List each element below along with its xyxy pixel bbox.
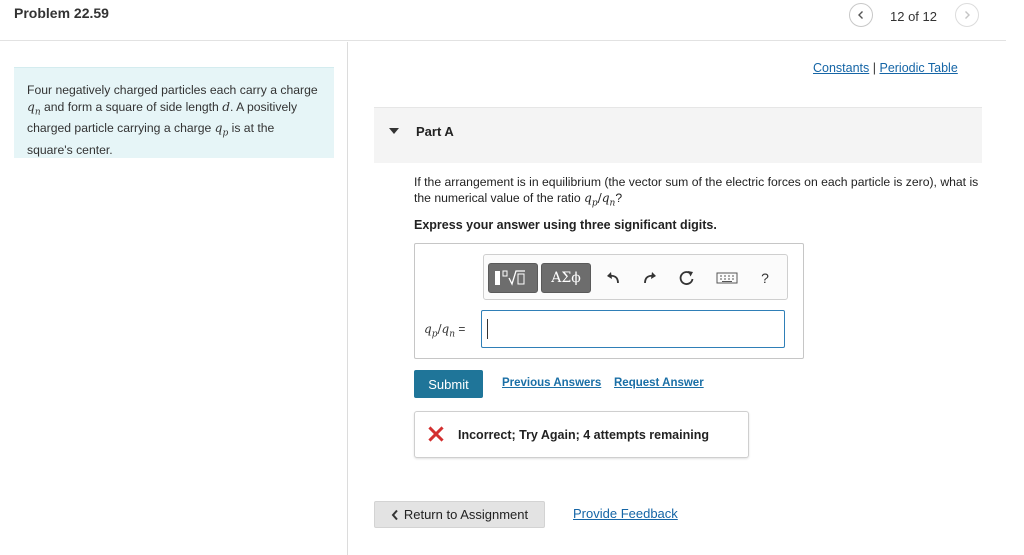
collapse-caret-icon[interactable]: [389, 128, 399, 134]
feedback-message-box: Incorrect; Try Again; 4 attempts remaini…: [414, 411, 749, 458]
previous-problem-button[interactable]: [849, 3, 873, 27]
reset-icon: [679, 271, 694, 285]
resource-links: Constants | Periodic Table: [813, 61, 958, 75]
charge-qp: qp: [214, 121, 229, 139]
periodic-table-link[interactable]: Periodic Table: [879, 61, 957, 75]
templates-button[interactable]: [488, 263, 538, 293]
return-to-assignment-button[interactable]: Return to Assignment: [374, 501, 545, 528]
answer-input[interactable]: [481, 310, 785, 348]
problem-description: Four negatively charged particles each c…: [14, 67, 334, 158]
undo-icon: [607, 272, 619, 284]
undo-button[interactable]: [602, 263, 624, 293]
chevron-right-icon: [965, 11, 970, 19]
redo-button[interactable]: [639, 263, 661, 293]
charge-qn: qn: [27, 99, 41, 117]
links-separator: |: [869, 61, 880, 75]
instruction-text: Express your answer using three signific…: [414, 218, 717, 232]
previous-answers-link[interactable]: Previous Answers: [502, 377, 601, 389]
templates-icon: [495, 270, 525, 286]
math-toolbar: ΑΣϕ ?: [483, 254, 788, 300]
problem-title: Problem 22.59: [14, 5, 109, 21]
part-a-header[interactable]: Part A: [374, 107, 982, 163]
submit-button[interactable]: Submit: [414, 370, 483, 398]
ratio-expression: qp/qn: [584, 190, 616, 208]
incorrect-x-icon: [428, 426, 444, 442]
chevron-left-icon: [858, 11, 863, 19]
side-length-d: d: [222, 99, 230, 114]
feedback-text: Incorrect; Try Again; 4 attempts remaini…: [458, 428, 709, 442]
question-text: If the arrangement is in equilibrium (th…: [414, 175, 979, 208]
top-bar: Problem 22.59 12 of 12: [0, 0, 1006, 41]
greek-symbols-button[interactable]: ΑΣϕ: [541, 263, 591, 293]
next-problem-button[interactable]: [955, 3, 979, 27]
request-answer-link[interactable]: Request Answer: [614, 377, 704, 389]
column-divider: [347, 42, 348, 555]
answer-box: ΑΣϕ ? qp/qn =: [414, 243, 804, 359]
page-count: 12 of 12: [890, 9, 937, 24]
help-button[interactable]: ?: [754, 263, 776, 293]
desc-text-2: and form a square of side length: [40, 99, 223, 114]
answer-label: qp/qn =: [424, 322, 466, 340]
text-cursor: [487, 319, 488, 339]
constants-link[interactable]: Constants: [813, 61, 869, 75]
part-label: Part A: [416, 124, 454, 139]
chevron-left-icon: [391, 509, 398, 520]
keyboard-icon: [716, 272, 738, 284]
keyboard-button[interactable]: [714, 263, 740, 293]
return-label: Return to Assignment: [403, 507, 529, 522]
reset-button[interactable]: [676, 263, 698, 293]
provide-feedback-link[interactable]: Provide Feedback: [573, 506, 678, 521]
redo-icon: [644, 272, 656, 284]
desc-text-1: Four negatively charged particles each c…: [27, 83, 318, 97]
